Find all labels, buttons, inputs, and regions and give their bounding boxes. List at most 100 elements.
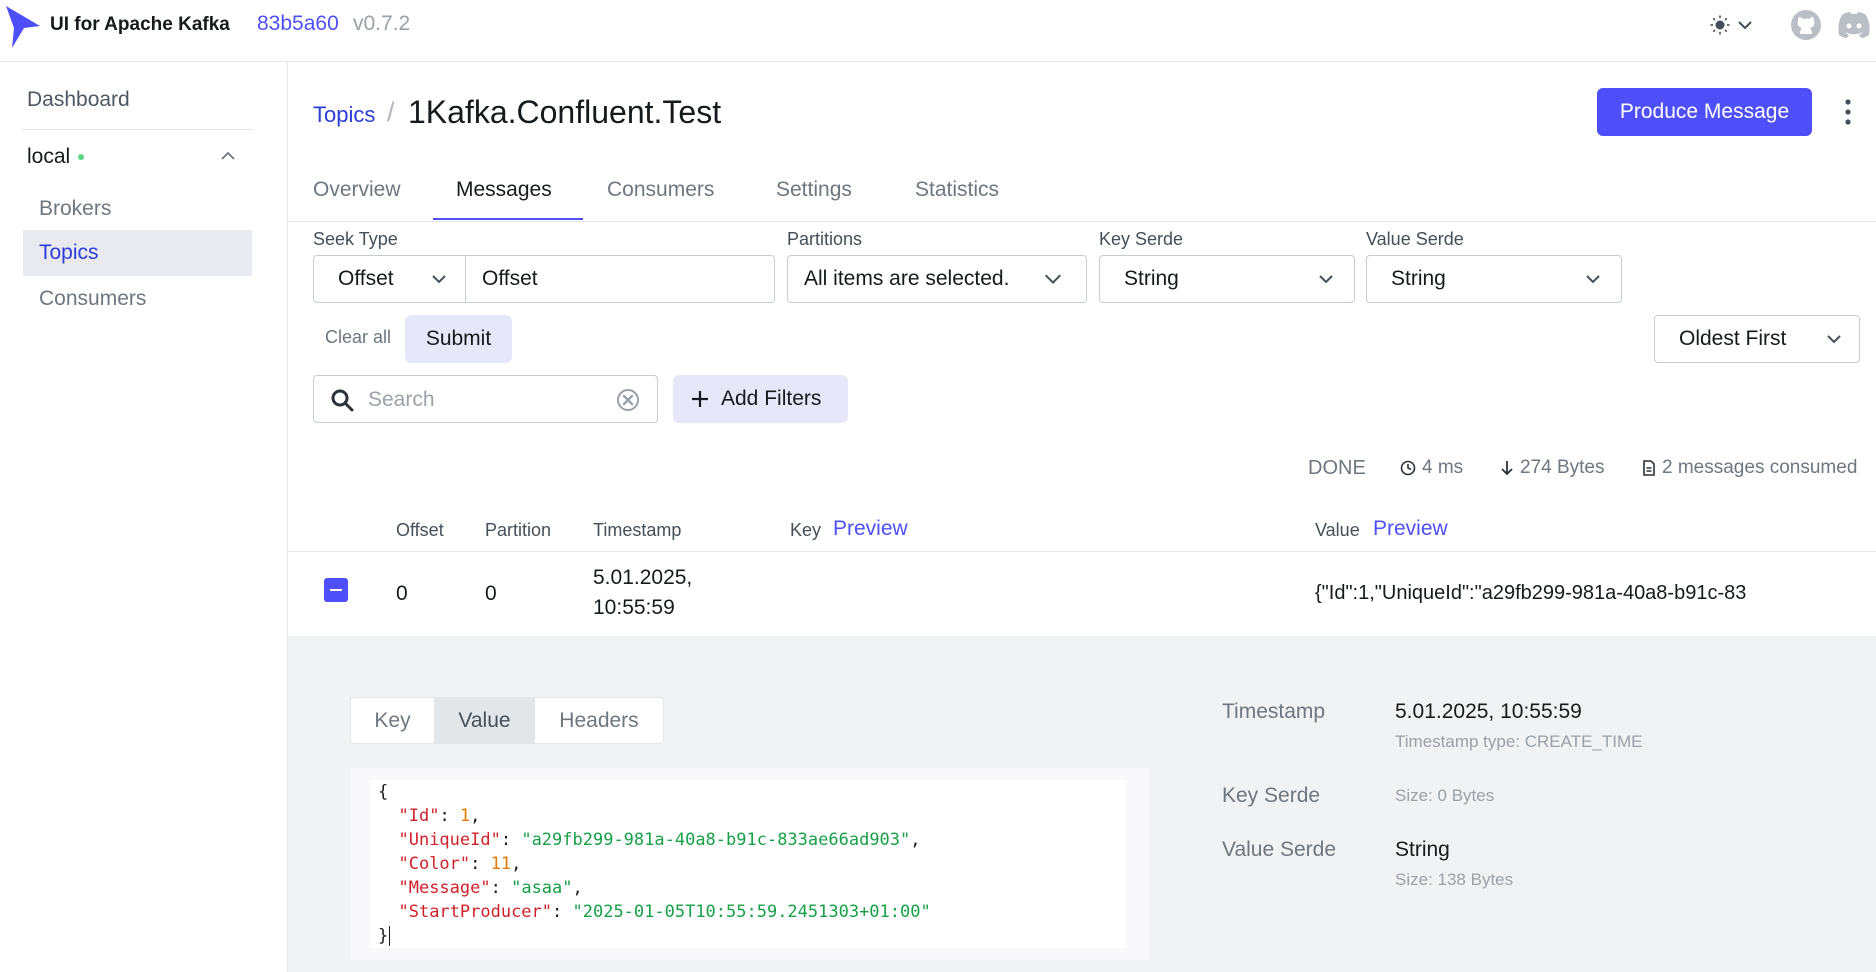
key-serde-label: Key Serde [1099, 229, 1184, 249]
column-header-partition: Partition [485, 520, 552, 540]
chevron-down-icon [432, 275, 446, 284]
value-preview-link[interactable]: Preview [1373, 517, 1448, 541]
json-number: 11 [490, 854, 512, 874]
partitions-select[interactable]: All items are selected. [787, 255, 1087, 303]
detail-tabs: Key Value Headers [350, 697, 664, 744]
partitions-label: Partitions [787, 229, 863, 249]
active-tab-indicator [433, 218, 583, 220]
column-header-key: Key [790, 520, 822, 540]
search-box [313, 375, 658, 423]
chevron-down-icon [1738, 20, 1752, 29]
tab-overview[interactable]: Overview [313, 178, 401, 202]
seek-type-label: Seek Type [313, 229, 398, 249]
clear-search-icon[interactable] [616, 388, 640, 412]
sidebar-divider [22, 129, 252, 130]
offset-input[interactable]: Offset [465, 255, 775, 303]
meta-value-serde-value: String [1395, 838, 1450, 861]
sidebar-cluster-local[interactable]: local [27, 145, 85, 169]
chevron-down-icon [1319, 275, 1333, 284]
clear-all-button[interactable]: Clear all [325, 327, 391, 348]
value-serde-select[interactable]: String [1366, 255, 1622, 303]
app-title[interactable]: UI for Apache Kafka [50, 14, 230, 36]
json-string: "asaa" [511, 878, 573, 898]
value-editor: { "Id": 1, "UniqueId": "a29fb299-981a-40… [350, 768, 1149, 960]
chevron-down-icon [1586, 275, 1600, 284]
theme-toggle-button[interactable] [1710, 12, 1762, 38]
sidebar-item-brokers[interactable]: Brokers [23, 186, 252, 232]
table-header-divider [288, 551, 1876, 552]
kafka-logo-icon[interactable] [4, 4, 42, 48]
json-string: "a29fb299-981a-40a8-b91c-833ae66ad903" [521, 830, 911, 850]
meta-timestamp-value: 5.01.2025, 10:55:59 [1395, 700, 1582, 723]
version-hash-link[interactable]: 83b5a60 [257, 12, 339, 36]
add-filters-button[interactable]: Add Filters [673, 375, 848, 423]
row-timestamp-time: 10:55:59 [593, 596, 675, 619]
row-timestamp-date: 5.01.2025, [593, 566, 693, 589]
document-icon [1643, 460, 1655, 476]
sidebar: Dashboard local Brokers Topics Consumers [0, 62, 288, 972]
column-header-timestamp: Timestamp [593, 520, 682, 540]
offset-input-value: Offset [482, 267, 538, 290]
sort-order-value: Oldest First [1679, 327, 1787, 350]
json-key: "Id" [398, 806, 440, 826]
bytes-consumed: 274 Bytes [1500, 457, 1605, 479]
value-serde-label: Value Serde [1366, 229, 1464, 249]
tab-settings[interactable]: Settings [776, 178, 852, 202]
seek-type-select[interactable]: Offset [313, 255, 466, 303]
text-cursor [389, 926, 401, 946]
tab-consumers[interactable]: Consumers [607, 178, 714, 202]
json-number: 1 [459, 806, 471, 826]
json-key: "UniqueId" [398, 830, 501, 850]
plus-icon [692, 391, 708, 407]
sun-icon [1710, 15, 1730, 35]
sidebar-item-topics[interactable]: Topics [23, 230, 252, 276]
detail-tab-value[interactable]: Value [435, 698, 535, 743]
search-input[interactable] [368, 386, 608, 414]
json-viewer[interactable]: { "Id": 1, "UniqueId": "a29fb299-981a-40… [370, 780, 1126, 948]
meta-timestamp-type: Timestamp type: CREATE_TIME [1395, 732, 1643, 751]
key-preview-link[interactable]: Preview [833, 517, 908, 541]
arrow-down-icon [1501, 461, 1513, 476]
key-serde-select[interactable]: String [1099, 255, 1355, 303]
seek-type-value: Offset [338, 267, 394, 290]
breadcrumb-topics-link[interactable]: Topics [313, 102, 375, 128]
breadcrumb-separator: / [387, 97, 395, 127]
detail-tab-headers[interactable]: Headers [535, 698, 663, 743]
row-value[interactable]: {"Id":1,"UniqueId":"a29fb299-981a-40a8-b… [1315, 582, 1746, 605]
more-options-icon[interactable] [1840, 98, 1856, 126]
discord-icon[interactable] [1836, 9, 1872, 41]
github-icon[interactable] [1790, 9, 1822, 41]
detail-tab-key[interactable]: Key [351, 698, 435, 743]
chevron-down-icon [1044, 274, 1062, 284]
produce-message-button[interactable]: Produce Message [1597, 88, 1812, 136]
meta-value-serde-label: Value Serde [1222, 838, 1337, 861]
elapsed-time: 4 ms [1400, 457, 1463, 479]
partitions-value: All items are selected. [804, 267, 1010, 290]
bytes-consumed-value: 274 Bytes [1520, 457, 1605, 478]
json-string: "2025-01-05T10:55:59.2451303+01:00" [572, 902, 931, 922]
meta-key-serde-label: Key Serde [1222, 784, 1321, 807]
json-close-brace: } [378, 926, 389, 946]
top-bar: UI for Apache Kafka 83b5a60 v0.7.2 [0, 0, 1876, 62]
sidebar-item-dashboard[interactable]: Dashboard [27, 88, 130, 112]
clock-icon [1400, 460, 1416, 476]
json-key: "Message" [398, 878, 491, 898]
json-key: "Color" [398, 854, 471, 874]
tab-statistics[interactable]: Statistics [915, 178, 999, 202]
collapse-row-button[interactable] [324, 578, 348, 602]
topic-tabs: Overview Messages Consumers Settings Sta… [288, 170, 1876, 222]
tab-messages[interactable]: Messages [456, 178, 552, 202]
row-partition: 0 [485, 582, 497, 605]
column-header-value: Value [1315, 520, 1360, 540]
json-open-brace: { [378, 782, 389, 802]
json-key: "StartProducer" [398, 902, 553, 922]
chevron-up-icon[interactable] [220, 150, 236, 162]
chevron-down-icon [1827, 335, 1841, 344]
page-title: 1Kafka.Confluent.Test [408, 94, 722, 130]
key-serde-value: String [1124, 267, 1179, 290]
sidebar-item-consumers[interactable]: Consumers [23, 276, 252, 322]
meta-timestamp-label: Timestamp [1222, 700, 1326, 723]
submit-button[interactable]: Submit [405, 315, 512, 363]
sort-order-select[interactable]: Oldest First [1654, 315, 1860, 363]
value-serde-value: String [1391, 267, 1446, 290]
